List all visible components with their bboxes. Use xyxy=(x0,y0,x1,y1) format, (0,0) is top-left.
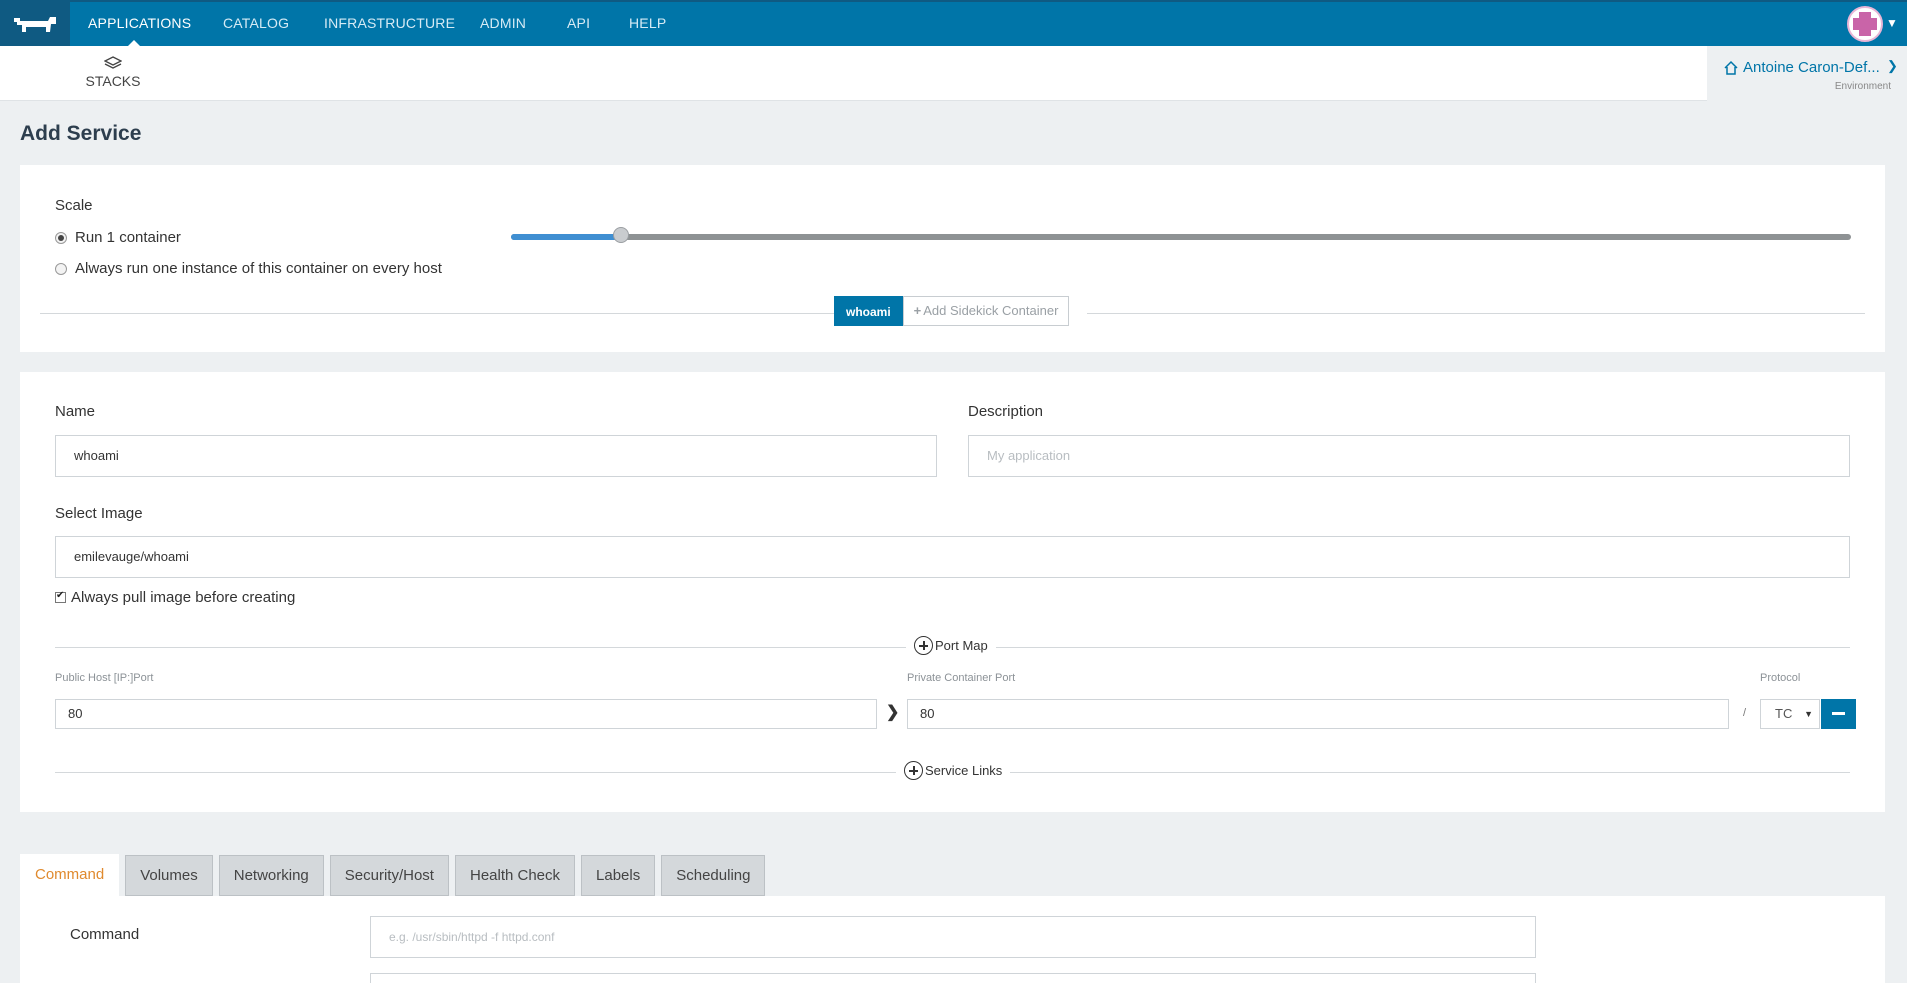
rancher-logo-icon xyxy=(14,17,56,32)
tab-security-host[interactable]: Security/Host xyxy=(329,855,449,896)
nav-catalog[interactable]: CATALOG xyxy=(223,15,289,31)
name-input[interactable]: whoami xyxy=(55,435,937,477)
port-separator: / xyxy=(1743,707,1747,719)
top-nav: APPLICATIONS CATALOG INFRASTRUCTURE ADMI… xyxy=(0,0,1907,46)
image-label: Select Image xyxy=(55,505,143,522)
description-input[interactable]: My application xyxy=(968,435,1850,477)
layers-icon xyxy=(104,56,122,69)
user-avatar[interactable] xyxy=(1847,6,1883,42)
description-label: Description xyxy=(968,403,1044,420)
always-pull-checkbox[interactable] xyxy=(55,590,66,603)
chevron-down-icon: ❯ xyxy=(1887,58,1898,73)
service-card: Name whoami Description My application S… xyxy=(20,372,1885,812)
stacks-label: STACKS xyxy=(85,73,141,89)
sub-nav: STACKS Antoine Caron-Def... ❯ Environmen… xyxy=(0,46,1907,101)
container-tab-whoami[interactable]: whoami xyxy=(834,296,903,326)
tab-health-check[interactable]: Health Check xyxy=(454,855,576,896)
page-title: Add Service xyxy=(20,122,142,145)
private-port-label: Private Container Port xyxy=(907,672,1016,684)
scale-label: Scale xyxy=(55,197,93,214)
config-tabs: Command Volumes Networking Security/Host… xyxy=(20,854,771,896)
scale-card: Scale Run 1 container Always run one ins… xyxy=(20,165,1885,352)
command-tab-panel: Command e.g. /usr/sbin/httpd -f httpd.co… xyxy=(20,896,1885,983)
add-circle-icon xyxy=(914,636,933,655)
remove-port-button[interactable] xyxy=(1821,699,1856,729)
protocol-value: TC xyxy=(1775,706,1793,721)
plus-icon: + xyxy=(913,303,922,318)
chevron-down-icon[interactable]: ▼ xyxy=(1886,16,1898,30)
caret-down-icon: ▼ xyxy=(1804,709,1813,719)
service-links-label: Service Links xyxy=(925,763,1003,778)
service-links-header[interactable]: Service Links xyxy=(896,761,1011,780)
private-port-input[interactable]: 80 xyxy=(907,699,1729,729)
run-one-label[interactable]: Run 1 container xyxy=(75,229,181,246)
command-label: Command xyxy=(70,926,140,943)
stacks-link[interactable]: STACKS xyxy=(80,56,146,89)
scale-slider[interactable] xyxy=(511,234,1851,240)
environment-switcher[interactable]: Antoine Caron-Def... ❯ Environment xyxy=(1707,46,1907,101)
nav-infrastructure[interactable]: INFRASTRUCTURE xyxy=(324,15,455,31)
home-icon xyxy=(1724,60,1738,75)
nav-api[interactable]: API xyxy=(567,15,590,31)
tab-command[interactable]: Command xyxy=(20,854,120,896)
environment-label: Environment xyxy=(1834,81,1891,92)
rancher-logo[interactable] xyxy=(0,2,70,46)
radio-run-one[interactable] xyxy=(55,232,67,244)
global-label[interactable]: Always run one instance of this containe… xyxy=(75,260,442,277)
public-port-label: Public Host [IP:]Port xyxy=(55,672,154,684)
divider xyxy=(40,313,840,314)
entrypoint-input[interactable] xyxy=(370,973,1536,983)
port-map-label: Port Map xyxy=(935,638,988,653)
add-sidekick-label: Add Sidekick Container xyxy=(923,303,1059,318)
container-tabs: whoami + Add Sidekick Container xyxy=(834,296,1070,326)
tab-networking[interactable]: Networking xyxy=(218,855,324,896)
divider xyxy=(1087,313,1865,314)
scale-slider-handle[interactable] xyxy=(613,227,629,243)
always-pull-label[interactable]: Always pull image before creating xyxy=(71,589,295,606)
scale-slider-fill xyxy=(511,234,621,240)
add-circle-icon xyxy=(904,761,923,780)
port-map-header[interactable]: Port Map xyxy=(906,636,996,655)
nav-admin[interactable]: ADMIN xyxy=(480,15,526,31)
protocol-select[interactable]: TC ▼ xyxy=(1760,699,1820,729)
tab-volumes[interactable]: Volumes xyxy=(125,855,213,896)
name-label: Name xyxy=(55,403,96,420)
chevron-right-icon: ❯ xyxy=(886,704,900,721)
nav-applications[interactable]: APPLICATIONS xyxy=(88,15,191,31)
tab-scheduling[interactable]: Scheduling xyxy=(661,855,766,896)
environment-name: Antoine Caron-Def... xyxy=(1743,59,1880,76)
add-sidekick-button[interactable]: + Add Sidekick Container xyxy=(902,296,1070,326)
public-port-input[interactable]: 80 xyxy=(55,699,877,729)
protocol-label: Protocol xyxy=(1760,672,1801,684)
tab-labels[interactable]: Labels xyxy=(581,855,656,896)
image-input[interactable]: emilevauge/whoami xyxy=(55,536,1850,578)
command-input[interactable]: e.g. /usr/sbin/httpd -f httpd.conf xyxy=(370,916,1536,958)
nav-help[interactable]: HELP xyxy=(629,15,666,31)
radio-global[interactable] xyxy=(55,263,67,275)
